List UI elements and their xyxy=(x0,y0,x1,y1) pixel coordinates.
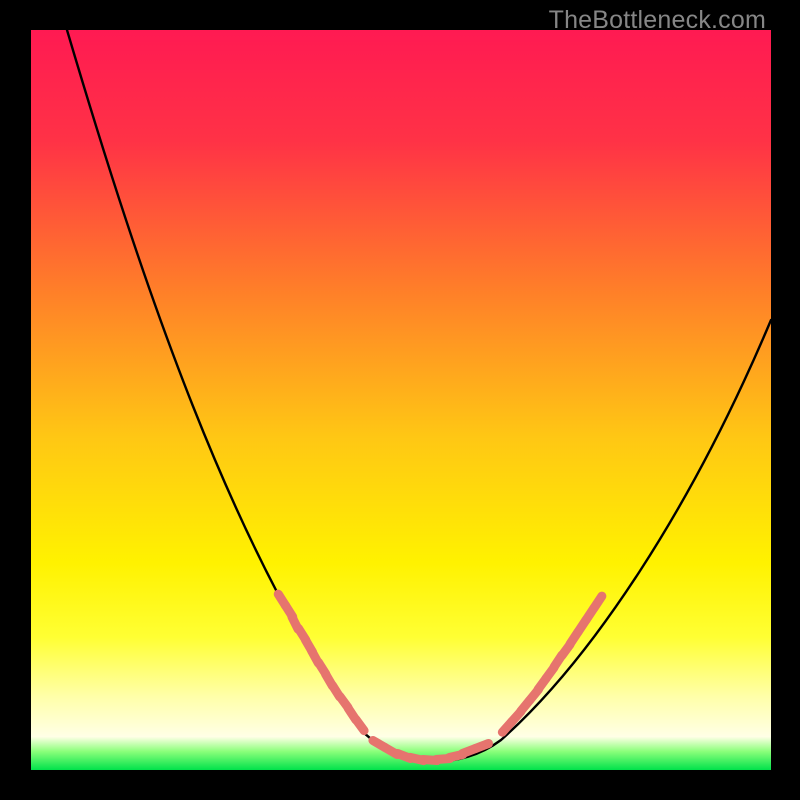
chart-plot-area xyxy=(31,30,771,770)
chart-svg xyxy=(31,30,771,770)
marker-group xyxy=(278,594,602,760)
curve-marker xyxy=(356,719,364,730)
bottleneck-curve xyxy=(67,30,771,761)
curve-marker xyxy=(475,743,488,748)
curve-marker xyxy=(594,596,602,608)
